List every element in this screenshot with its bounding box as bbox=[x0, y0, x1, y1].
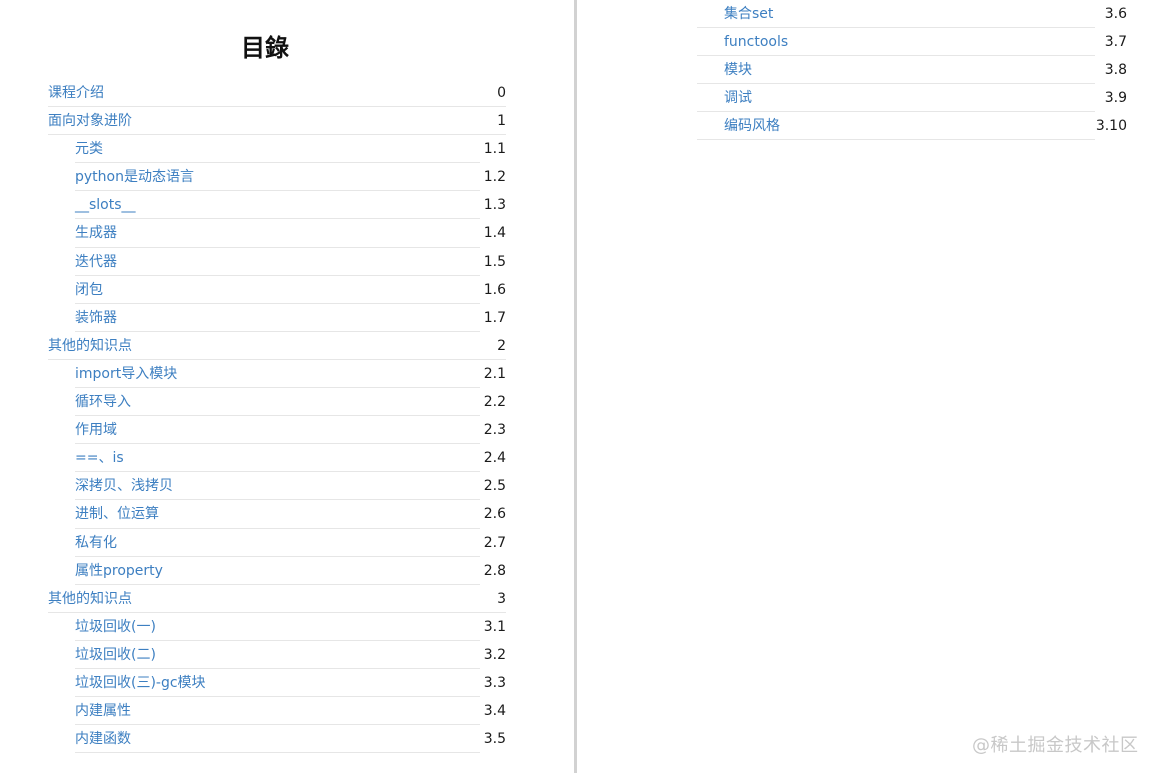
toc-entry-number: 3.9 bbox=[1104, 90, 1127, 107]
toc-entry[interactable]: 元类 1.1 bbox=[48, 135, 506, 164]
toc-entry-link[interactable]: 进制、位运算 bbox=[75, 505, 159, 523]
toc-page-left: 目錄 课程介绍 0 面向对象进阶 1 元类 1.1 python是动态语言 1.2 __slot… bbox=[0, 0, 574, 773]
watermark: @稀土掘金技术社区 bbox=[972, 735, 1139, 756]
toc-entry[interactable]: 其他的知识点 2 bbox=[48, 332, 506, 360]
toc-entry[interactable]: 课程介绍 0 bbox=[48, 79, 506, 108]
toc-list-left: 课程介绍 0 面向对象进阶 1 元类 1.1 python是动态语言 1.2 __slots__… bbox=[48, 79, 506, 754]
toc-entry-number: 3.4 bbox=[483, 703, 506, 720]
toc-entry-link[interactable]: 模块 bbox=[724, 61, 752, 79]
toc-list-right: 集合set 3.6 functools 3.7 模块 3.8 调试 3.9 编码风格 3.10 bbox=[697, 0, 1127, 141]
toc-entry-number: 3.5 bbox=[483, 731, 506, 748]
toc-entry-number: 2.3 bbox=[483, 422, 506, 439]
toc-entry-link[interactable]: functools bbox=[724, 33, 788, 51]
toc-entry[interactable]: 其他的知识点 3 bbox=[48, 585, 506, 613]
toc-entry-link[interactable]: 课程介绍 bbox=[48, 84, 104, 102]
toc-entry-number: 3.2 bbox=[483, 646, 506, 663]
toc-entry-number: 1 bbox=[497, 113, 506, 130]
toc-entry[interactable]: 编码风格 3.10 bbox=[697, 112, 1127, 141]
toc-entry-link[interactable]: 垃圾回收(二) bbox=[75, 646, 156, 664]
toc-entry-link[interactable]: 闭包 bbox=[75, 281, 103, 299]
toc-entry-number: 1.7 bbox=[483, 309, 506, 326]
toc-entry-number: 2.2 bbox=[483, 394, 506, 411]
toc-entry[interactable]: 垃圾回收(二) 3.2 bbox=[48, 641, 506, 669]
toc-entry-link[interactable]: 面向对象进阶 bbox=[48, 112, 132, 130]
toc-entry[interactable]: 作用域 2.3 bbox=[48, 416, 506, 445]
toc-entry-number: 2.8 bbox=[483, 562, 506, 579]
toc-entry-number: 2.1 bbox=[483, 365, 506, 382]
toc-entry[interactable]: 垃圾回收(三)-gc模块 3.3 bbox=[48, 669, 506, 698]
toc-entry-link[interactable]: 私有化 bbox=[75, 534, 117, 552]
toc-entry-number: 1.2 bbox=[483, 169, 506, 186]
toc-entry-number: 1.1 bbox=[483, 141, 506, 158]
toc-entry[interactable]: 循环导入 2.2 bbox=[48, 388, 506, 417]
toc-entry-link[interactable]: 其他的知识点 bbox=[48, 337, 132, 355]
toc-entry[interactable]: 迭代器 1.5 bbox=[48, 248, 506, 276]
toc-entry-link[interactable]: 调试 bbox=[724, 89, 752, 107]
toc-entry[interactable]: 垃圾回收(一) 3.1 bbox=[48, 613, 506, 641]
toc-entry[interactable]: 内建函数 3.5 bbox=[48, 725, 506, 754]
toc-entry-number: 0 bbox=[497, 85, 506, 101]
toc-entry[interactable]: 深拷贝、浅拷贝 2.5 bbox=[48, 472, 506, 501]
toc-entry-link[interactable]: __slots__ bbox=[75, 196, 136, 214]
toc-entry[interactable]: 生成器 1.4 bbox=[48, 219, 506, 248]
toc-entry-number: 2.7 bbox=[483, 534, 506, 551]
toc-entry[interactable]: ==、is 2.4 bbox=[48, 444, 506, 473]
toc-entry-link[interactable]: 元类 bbox=[75, 140, 103, 158]
toc-entry-link[interactable]: ==、is bbox=[75, 449, 124, 467]
toc-entry-number: 2 bbox=[497, 337, 506, 354]
toc-entry-link[interactable]: 迭代器 bbox=[75, 253, 117, 271]
toc-entry[interactable]: functools 3.7 bbox=[697, 28, 1127, 57]
toc-entry-link[interactable]: 作用域 bbox=[75, 421, 117, 439]
toc-entry-number: 1.5 bbox=[483, 253, 506, 270]
toc-entry[interactable]: 私有化 2.7 bbox=[48, 529, 506, 557]
toc-entry-number: 3 bbox=[497, 590, 506, 607]
toc-entry[interactable]: 调试 3.9 bbox=[697, 84, 1127, 113]
toc-entry-number: 1.6 bbox=[483, 281, 506, 298]
toc-entry-underline bbox=[697, 139, 1095, 141]
toc-entry-link[interactable]: 装饰器 bbox=[75, 309, 117, 327]
toc-entry-link[interactable]: 集合set bbox=[724, 5, 773, 23]
toc-entry[interactable]: 属性property 2.8 bbox=[48, 557, 506, 585]
toc-entry[interactable]: 闭包 1.6 bbox=[48, 276, 506, 304]
toc-entry-number: 1.4 bbox=[483, 225, 506, 242]
toc-entry-link[interactable]: 垃圾回收(三)-gc模块 bbox=[75, 674, 206, 692]
toc-entry[interactable]: import导入模块 2.1 bbox=[48, 360, 506, 389]
toc-entry-number: 3.6 bbox=[1104, 6, 1127, 22]
toc-entry-link[interactable]: 编码风格 bbox=[724, 117, 780, 135]
toc-entry[interactable]: 内建属性 3.4 bbox=[48, 697, 506, 726]
toc-entry-underline bbox=[75, 752, 480, 754]
toc-entry-number: 2.4 bbox=[483, 450, 506, 467]
toc-entry-link[interactable]: python是动态语言 bbox=[75, 168, 194, 186]
toc-entry-number: 2.5 bbox=[483, 478, 506, 495]
toc-title: 目錄 bbox=[241, 34, 289, 62]
toc-entry-number: 3.3 bbox=[483, 674, 506, 691]
toc-entry-number: 2.6 bbox=[483, 506, 506, 523]
toc-entry[interactable]: __slots__ 1.3 bbox=[48, 191, 506, 220]
toc-entry-link[interactable]: 循环导入 bbox=[75, 393, 131, 411]
toc-entry-link[interactable]: 其他的知识点 bbox=[48, 590, 132, 608]
toc-entry-number: 3.7 bbox=[1104, 34, 1127, 51]
toc-entry-link[interactable]: 深拷贝、浅拷贝 bbox=[75, 477, 173, 495]
toc-entry[interactable]: 模块 3.8 bbox=[697, 56, 1127, 85]
toc-entry-number: 3.8 bbox=[1104, 62, 1127, 79]
toc-entry[interactable]: 装饰器 1.7 bbox=[48, 304, 506, 332]
toc-entry-link[interactable]: 垃圾回收(一) bbox=[75, 618, 156, 636]
toc-entry[interactable]: 集合set 3.6 bbox=[697, 0, 1127, 29]
toc-entry-number: 3.10 bbox=[1095, 118, 1127, 135]
toc-entry-link[interactable]: 属性property bbox=[75, 562, 163, 580]
toc-entry[interactable]: python是动态语言 1.2 bbox=[48, 163, 506, 192]
toc-entry[interactable]: 面向对象进阶 1 bbox=[48, 107, 506, 136]
toc-entry[interactable]: 进制、位运算 2.6 bbox=[48, 500, 506, 529]
toc-entry-link[interactable]: 内建函数 bbox=[75, 730, 131, 748]
toc-entry-link[interactable]: 生成器 bbox=[75, 224, 117, 242]
toc-entry-link[interactable]: import导入模块 bbox=[75, 365, 177, 383]
toc-entry-number: 3.1 bbox=[483, 618, 506, 635]
toc-entry-link[interactable]: 内建属性 bbox=[75, 702, 131, 720]
toc-entry-number: 1.3 bbox=[483, 197, 506, 214]
